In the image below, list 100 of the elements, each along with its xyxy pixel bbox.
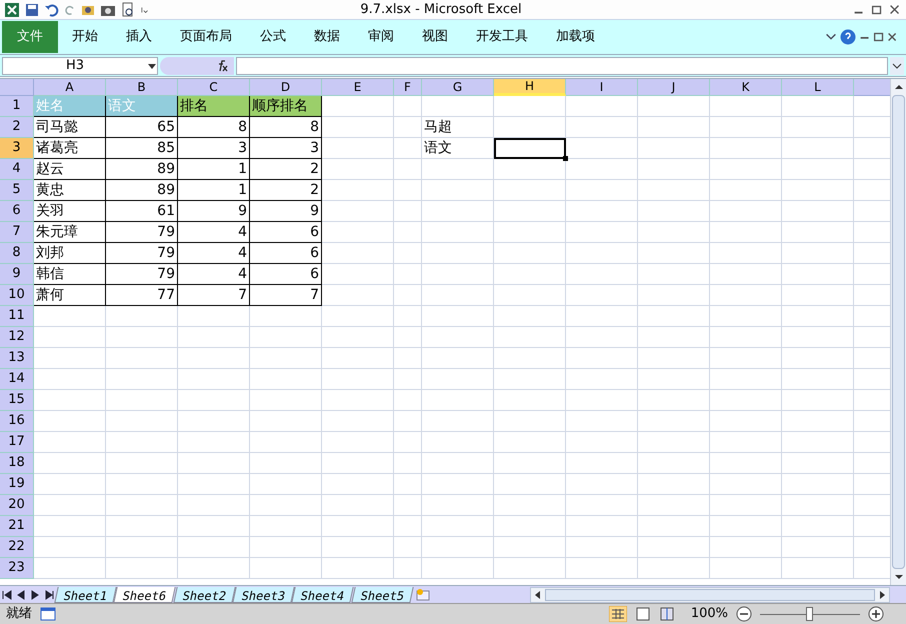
empty-cell[interactable] [322, 327, 394, 348]
empty-cell[interactable] [422, 306, 494, 327]
empty-cell[interactable] [250, 390, 322, 411]
ribbon-tab[interactable]: 加载项 [542, 23, 609, 51]
empty-cell[interactable] [782, 390, 854, 411]
empty-cell[interactable] [638, 516, 710, 537]
empty-cell[interactable] [566, 327, 638, 348]
empty-cell[interactable] [638, 264, 710, 285]
zoom-out-icon[interactable] [736, 606, 752, 622]
empty-cell[interactable] [566, 411, 638, 432]
empty-cell[interactable] [566, 495, 638, 516]
empty-cell[interactable] [710, 432, 782, 453]
empty-cell[interactable] [638, 222, 710, 243]
select-all-corner[interactable] [0, 79, 34, 96]
empty-cell[interactable] [566, 516, 638, 537]
empty-cell[interactable] [394, 516, 422, 537]
empty-cell[interactable] [566, 369, 638, 390]
empty-cell[interactable] [566, 201, 638, 222]
empty-cell[interactable] [782, 222, 854, 243]
scroll-thumb[interactable] [545, 588, 875, 600]
empty-cell[interactable] [178, 558, 250, 579]
row-header[interactable]: 23 [0, 558, 34, 579]
row-header[interactable]: 17 [0, 432, 34, 453]
empty-cell[interactable] [250, 432, 322, 453]
vertical-scrollbar[interactable] [890, 79, 906, 585]
empty-cell[interactable] [394, 243, 422, 264]
empty-cell[interactable] [322, 411, 394, 432]
empty-cell[interactable] [566, 453, 638, 474]
empty-cell[interactable] [782, 306, 854, 327]
empty-cell[interactable] [566, 264, 638, 285]
row-header[interactable]: 15 [0, 390, 34, 411]
empty-cell[interactable] [710, 516, 782, 537]
empty-cell[interactable] [710, 453, 782, 474]
empty-cell[interactable] [322, 348, 394, 369]
empty-cell[interactable] [322, 285, 394, 306]
empty-cell[interactable] [422, 474, 494, 495]
empty-cell[interactable] [566, 285, 638, 306]
column-header[interactable]: B [106, 79, 178, 96]
empty-cell[interactable] [394, 558, 422, 579]
empty-cell[interactable] [638, 327, 710, 348]
ribbon-tab[interactable]: 页面布局 [166, 23, 246, 51]
empty-cell[interactable] [322, 474, 394, 495]
empty-cell[interactable] [394, 453, 422, 474]
empty-cell[interactable] [422, 369, 494, 390]
empty-cell[interactable] [638, 285, 710, 306]
empty-cell[interactable] [494, 264, 566, 285]
empty-cell[interactable] [494, 537, 566, 558]
empty-cell[interactable] [106, 558, 178, 579]
row-header[interactable]: 12 [0, 327, 34, 348]
empty-cell[interactable] [710, 348, 782, 369]
ribbon-tab[interactable]: 公式 [246, 23, 300, 51]
empty-cell[interactable] [710, 474, 782, 495]
empty-cell[interactable] [250, 516, 322, 537]
empty-cell[interactable] [494, 306, 566, 327]
empty-cell[interactable] [394, 327, 422, 348]
name-box[interactable]: H3 [2, 56, 158, 74]
empty-cell[interactable] [494, 369, 566, 390]
empty-cell[interactable] [710, 243, 782, 264]
sheet-tab[interactable]: Sheet3 [232, 586, 296, 602]
empty-cell[interactable] [494, 348, 566, 369]
empty-cell[interactable] [422, 411, 494, 432]
empty-cell[interactable] [710, 537, 782, 558]
empty-cell[interactable] [782, 201, 854, 222]
empty-cell[interactable] [422, 159, 494, 180]
zoom-slider[interactable] [760, 607, 860, 621]
empty-cell[interactable] [322, 369, 394, 390]
empty-cell[interactable] [250, 495, 322, 516]
empty-cell[interactable] [394, 390, 422, 411]
empty-cell[interactable] [710, 96, 782, 117]
empty-cell[interactable] [782, 432, 854, 453]
ribbon-tab[interactable]: 审阅 [354, 23, 408, 51]
empty-cell[interactable] [250, 537, 322, 558]
empty-cell[interactable] [178, 390, 250, 411]
empty-cell[interactable] [394, 537, 422, 558]
empty-cell[interactable] [638, 138, 710, 159]
empty-cell[interactable] [322, 180, 394, 201]
empty-cell[interactable] [782, 327, 854, 348]
empty-cell[interactable] [422, 222, 494, 243]
row-header[interactable]: 1 [0, 96, 34, 117]
row-header[interactable]: 6 [0, 201, 34, 222]
sheet-tab[interactable]: Sheet5 [351, 586, 414, 602]
empty-cell[interactable] [394, 285, 422, 306]
ribbon-tab[interactable]: 开始 [58, 23, 112, 51]
row-header[interactable]: 11 [0, 306, 34, 327]
row-header[interactable]: 18 [0, 453, 34, 474]
sheet-tab[interactable]: Sheet2 [173, 586, 236, 602]
empty-cell[interactable] [422, 96, 494, 117]
empty-cell[interactable] [566, 537, 638, 558]
horizontal-scrollbar[interactable] [530, 586, 890, 602]
empty-cell[interactable] [250, 348, 322, 369]
expand-icon[interactable] [890, 56, 904, 74]
empty-cell[interactable] [710, 222, 782, 243]
empty-cell[interactable] [782, 369, 854, 390]
empty-cell[interactable] [422, 201, 494, 222]
empty-cell[interactable] [638, 180, 710, 201]
row-header[interactable]: 20 [0, 495, 34, 516]
empty-cell[interactable] [250, 453, 322, 474]
empty-cell[interactable] [782, 516, 854, 537]
empty-cell[interactable] [566, 474, 638, 495]
row-header[interactable]: 21 [0, 516, 34, 537]
